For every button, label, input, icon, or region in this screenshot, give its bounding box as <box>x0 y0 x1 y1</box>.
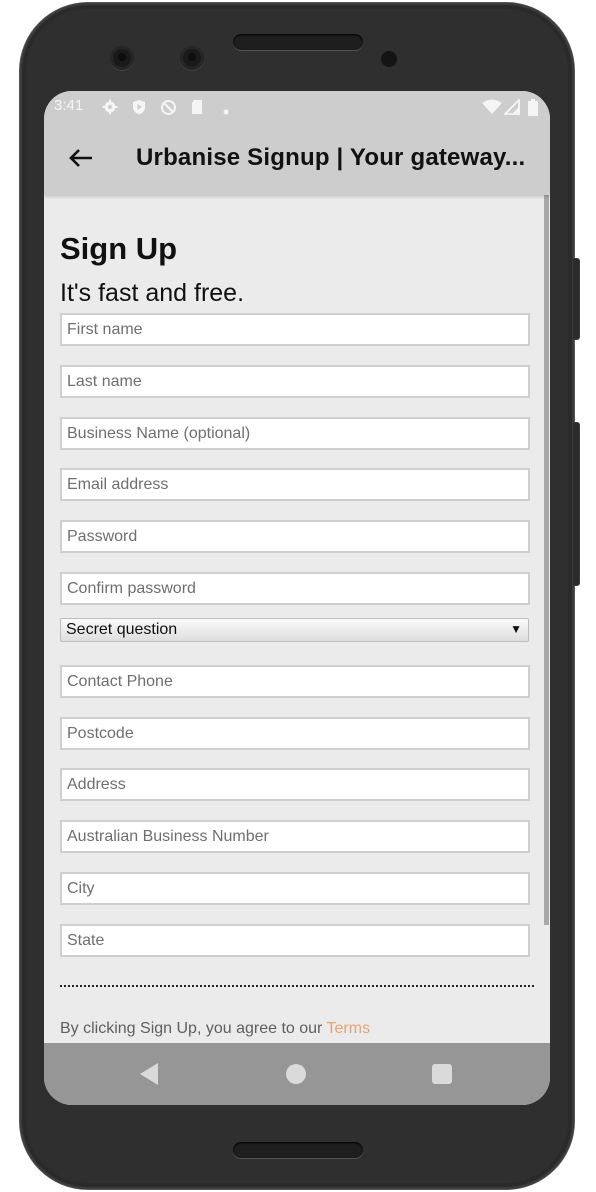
divider <box>60 985 534 987</box>
password-field[interactable] <box>60 520 530 553</box>
address-field[interactable] <box>60 768 530 801</box>
address-input[interactable] <box>62 770 528 799</box>
secret-question-select[interactable]: Secret question ▼ <box>60 618 529 642</box>
nav-recents-icon[interactable] <box>432 1064 452 1084</box>
email-input[interactable] <box>62 470 528 499</box>
front-camera-2 <box>180 46 204 70</box>
password-input[interactable] <box>62 522 528 551</box>
gear-icon <box>102 99 118 117</box>
screen: 3:41 Urbanise Signup | Your gateway... S… <box>44 91 550 1105</box>
battery-icon <box>528 99 538 118</box>
abn-field[interactable] <box>60 820 530 853</box>
terms-notice: By clicking Sign Up, you agree to our Te… <box>60 1020 370 1038</box>
last-name-input[interactable] <box>62 367 528 396</box>
postcode-field[interactable] <box>60 717 530 750</box>
first-name-input[interactable] <box>62 315 528 344</box>
app-bar: Urbanise Signup | Your gateway... <box>44 123 550 195</box>
sd-card-icon <box>190 99 204 117</box>
earpiece-speaker <box>233 34 363 50</box>
status-time: 3:41 <box>54 97 84 114</box>
last-name-field[interactable] <box>60 365 530 398</box>
back-button[interactable] <box>66 143 96 173</box>
arrow-left-icon <box>69 149 92 167</box>
contact-phone-field[interactable] <box>60 665 530 698</box>
shield-play-icon <box>131 99 147 117</box>
scrollbar[interactable] <box>544 195 549 925</box>
system-nav-bar <box>44 1043 550 1105</box>
confirm-password-field[interactable] <box>60 572 530 605</box>
cellular-signal-icon <box>502 97 520 117</box>
page-title: Urbanise Signup | Your gateway... <box>136 144 526 171</box>
contact-phone-input[interactable] <box>62 667 528 696</box>
business-name-input[interactable] <box>62 419 528 448</box>
form-subheading: It's fast and free. <box>60 279 245 307</box>
power-button <box>572 258 580 340</box>
nav-back-icon[interactable] <box>140 1063 158 1085</box>
business-name-field[interactable] <box>60 417 530 450</box>
secret-question-value: Secret question <box>66 621 178 638</box>
chevron-down-icon: ▼ <box>510 622 522 636</box>
signup-form: Sign Up It's fast and free. Secret quest… <box>44 195 550 1043</box>
volume-button <box>572 422 580 586</box>
status-bar: 3:41 <box>44 91 550 123</box>
dot-icon <box>223 103 229 117</box>
bottom-speaker <box>233 1142 363 1158</box>
do-not-disturb-icon <box>160 99 177 118</box>
email-field[interactable] <box>60 468 530 501</box>
terms-link[interactable]: Terms <box>327 1020 371 1037</box>
city-input[interactable] <box>62 874 528 903</box>
nav-home-icon[interactable] <box>286 1064 306 1084</box>
terms-text: By clicking Sign Up, you agree to our <box>60 1020 327 1037</box>
city-field[interactable] <box>60 872 530 905</box>
first-name-field[interactable] <box>60 313 530 346</box>
front-camera <box>110 46 134 70</box>
wifi-icon <box>482 99 502 117</box>
proximity-sensor <box>381 51 397 67</box>
form-heading: Sign Up <box>60 231 178 266</box>
postcode-input[interactable] <box>62 719 528 748</box>
confirm-password-input[interactable] <box>62 574 528 603</box>
state-field[interactable] <box>60 924 530 957</box>
abn-input[interactable] <box>62 822 528 851</box>
state-input[interactable] <box>62 926 528 955</box>
